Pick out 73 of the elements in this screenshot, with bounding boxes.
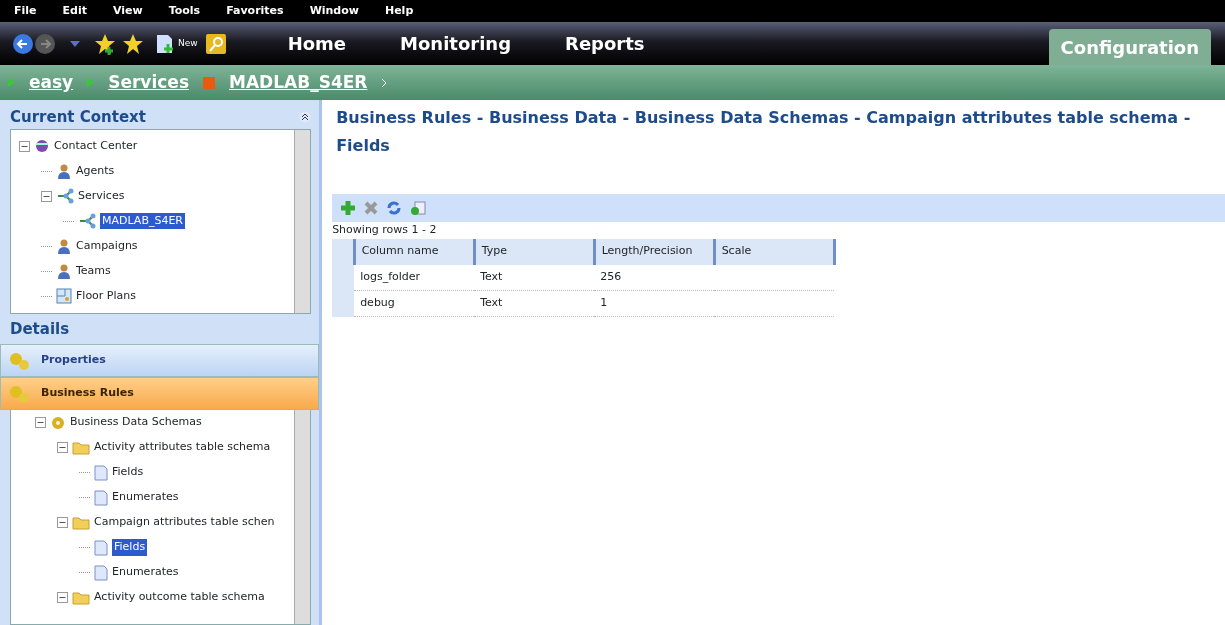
table-cell: 256 bbox=[594, 264, 715, 291]
menu-item[interactable]: File bbox=[14, 2, 37, 20]
document-icon bbox=[94, 489, 108, 506]
collapse-panel-icon bbox=[299, 111, 312, 124]
column-header[interactable]: Scale bbox=[714, 238, 835, 265]
row-count: Showing rows 1 - 2 bbox=[332, 222, 438, 238]
table-cell: Text bbox=[474, 264, 595, 291]
table-cell: Text bbox=[474, 290, 595, 317]
menu-item[interactable]: Help bbox=[384, 2, 414, 20]
nav-tab[interactable]: Monitoring bbox=[388, 26, 524, 61]
back-icon bbox=[12, 32, 34, 55]
tree-item[interactable]: Campaign attributes table schen bbox=[94, 514, 275, 531]
menu-item[interactable]: View bbox=[112, 2, 143, 20]
column-header[interactable]: Type bbox=[474, 238, 595, 265]
person-icon bbox=[56, 263, 72, 279]
section-header[interactable]: Properties bbox=[0, 344, 320, 377]
person-icon bbox=[56, 238, 72, 254]
play-icon bbox=[8, 78, 15, 87]
tree-item[interactable]: Enumerates bbox=[112, 564, 179, 581]
service-icon bbox=[203, 76, 215, 89]
column-header[interactable]: Length/Precision bbox=[594, 238, 715, 265]
folder-icon bbox=[72, 590, 90, 605]
forward-icon bbox=[34, 32, 56, 55]
globe-icon bbox=[34, 138, 50, 154]
tree-item[interactable]: Business Data Schemas bbox=[70, 414, 202, 431]
nav-tab[interactable]: Home bbox=[275, 26, 359, 61]
column-header[interactable]: Column name bbox=[354, 238, 475, 265]
document-icon bbox=[94, 564, 108, 581]
network-icon bbox=[56, 188, 74, 204]
delete-icon[interactable] bbox=[364, 201, 379, 215]
tree-item[interactable]: Activity outcome table schema bbox=[94, 589, 265, 606]
menu-item[interactable]: Edit bbox=[62, 2, 87, 20]
star-icon bbox=[122, 32, 144, 55]
panel-title: Details bbox=[10, 318, 71, 340]
tree-item[interactable]: Floor Plans bbox=[76, 287, 136, 305]
menu-item[interactable]: Window bbox=[309, 2, 359, 20]
play-icon bbox=[87, 78, 95, 87]
new-button[interactable]: New bbox=[156, 33, 198, 54]
person-icon bbox=[56, 163, 72, 179]
floor-plan-icon bbox=[56, 288, 72, 304]
table-cell: logs_folder bbox=[354, 264, 475, 291]
gear-icon bbox=[50, 414, 66, 431]
panel-title: Current Context bbox=[10, 107, 146, 128]
add-favorite-icon bbox=[94, 32, 116, 55]
folder-icon bbox=[72, 440, 90, 455]
tree-item[interactable]: Agents bbox=[76, 162, 115, 180]
tree-item[interactable]: Fields bbox=[112, 539, 148, 556]
tree-item[interactable]: Fields bbox=[112, 464, 144, 481]
tree-item[interactable]: Contact Center bbox=[54, 137, 138, 155]
tree-item[interactable]: Enumerates bbox=[112, 489, 179, 506]
network-icon bbox=[78, 213, 96, 229]
tree-item[interactable]: Teams bbox=[76, 262, 111, 280]
scrollbar[interactable] bbox=[294, 410, 311, 624]
document-icon bbox=[94, 464, 108, 481]
table-cell: debug bbox=[354, 290, 475, 317]
menu-item[interactable]: Tools bbox=[168, 2, 201, 20]
section-header[interactable]: Business Rules bbox=[0, 377, 320, 410]
refresh-icon[interactable] bbox=[386, 200, 403, 216]
tree-item[interactable]: Campaigns bbox=[76, 237, 138, 255]
chevron-icon bbox=[381, 77, 388, 88]
table-cell: 1 bbox=[594, 290, 715, 317]
tree-item[interactable]: MADLAB_S4ER bbox=[100, 212, 185, 230]
page-title: Business Rules - Business Data - Business Data Schemas - Campaign attributes table schema - Fields bbox=[335, 107, 1192, 157]
nav-tab[interactable]: Reports bbox=[553, 26, 657, 61]
tree-item[interactable]: Services bbox=[78, 187, 125, 205]
new-document-icon bbox=[156, 33, 174, 54]
scrollbar[interactable] bbox=[294, 129, 311, 313]
document-icon bbox=[94, 539, 108, 556]
add-icon[interactable] bbox=[340, 200, 357, 216]
dropdown-icon bbox=[70, 40, 80, 47]
menu-item[interactable]: Favorites bbox=[226, 2, 284, 20]
tree-item[interactable]: Activity attributes table schema bbox=[94, 439, 271, 456]
folder-icon bbox=[72, 515, 90, 530]
